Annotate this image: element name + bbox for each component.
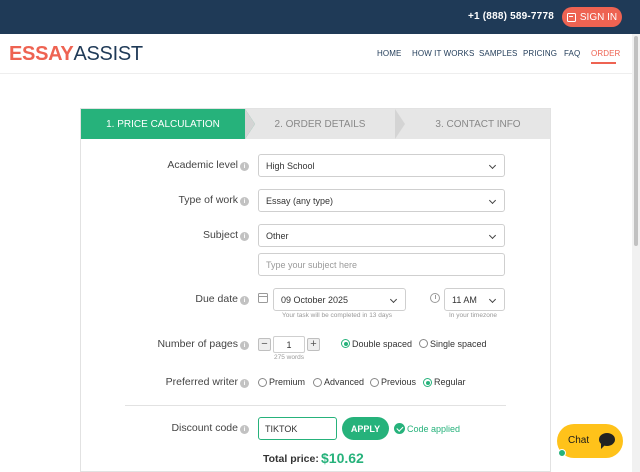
preferred-writer-label: Preferred writer: [165, 376, 238, 388]
due-date-info-icon[interactable]: i: [240, 296, 249, 305]
online-status-dot: [558, 449, 566, 457]
pages-info-icon[interactable]: i: [240, 341, 249, 350]
code-applied-status: Code applied: [407, 424, 461, 434]
subject-placeholder: Type your subject here: [266, 259, 358, 270]
writer-regular-radio[interactable]: [423, 378, 432, 387]
sign-in-button[interactable]: SIGN IN: [562, 7, 622, 27]
step-contact-info[interactable]: 3. CONTACT INFO: [406, 109, 550, 139]
chevron-down-icon: [488, 196, 497, 205]
pages-word-count: 275 words: [274, 354, 304, 361]
writer-premium-label[interactable]: Premium: [269, 377, 305, 387]
nav-how-it-works[interactable]: HOW IT WORKS: [412, 49, 474, 58]
nav-home[interactable]: HOME: [377, 49, 401, 58]
order-steps: 1. PRICE CALCULATION 2. ORDER DETAILS 3.…: [81, 109, 550, 139]
nav-faq[interactable]: FAQ: [564, 49, 580, 58]
chat-widget-button[interactable]: Chat: [557, 424, 623, 458]
subject-info-icon[interactable]: i: [240, 232, 249, 241]
nav-order[interactable]: ORDER: [591, 49, 620, 58]
writer-previous-radio[interactable]: [370, 378, 379, 387]
due-time-hint: In your timezone: [449, 312, 498, 319]
step-order-details[interactable]: 2. ORDER DETAILS: [255, 109, 385, 139]
academic-level-select[interactable]: High School: [258, 154, 505, 177]
discount-info-icon[interactable]: i: [240, 425, 249, 434]
clock-icon: [430, 293, 440, 303]
subject-label: Subject: [202, 229, 238, 241]
type-of-work-info-icon[interactable]: i: [240, 197, 249, 206]
type-of-work-select[interactable]: Essay (any type): [258, 189, 505, 212]
nav-samples[interactable]: SAMPLES: [479, 49, 518, 58]
subject-select[interactable]: Other: [258, 224, 505, 247]
step-separator: [245, 109, 255, 139]
chevron-down-icon: [488, 295, 497, 304]
double-spaced-radio[interactable]: [341, 339, 350, 348]
step-1-label: 1. PRICE CALCULATION: [106, 118, 220, 130]
due-date-value: 09 October 2025: [281, 294, 349, 305]
pages-input[interactable]: 1: [273, 336, 305, 353]
academic-level-info-icon[interactable]: i: [240, 162, 249, 171]
writer-regular-label[interactable]: Regular: [434, 377, 466, 387]
type-of-work-value: Essay (any type): [266, 195, 334, 206]
due-date-hint: Your task will be completed in 13 days: [282, 312, 392, 319]
site-header: ESSAYASSIST HOME HOW IT WORKS SAMPLES PR…: [0, 34, 632, 74]
sign-in-icon: [566, 12, 576, 22]
scrollbar-thumb[interactable]: [634, 36, 638, 246]
single-spaced-label[interactable]: Single spaced: [430, 339, 487, 349]
calendar-icon: [258, 293, 268, 303]
writer-advanced-radio[interactable]: [313, 378, 322, 387]
phone-number[interactable]: +1 (888) 589-7778: [468, 11, 554, 22]
discount-code-value: TIKTOK: [265, 423, 298, 434]
nav-active-underline: [591, 62, 616, 64]
subject-text-input[interactable]: Type your subject here: [258, 253, 505, 276]
logo-part-essay: ESSAY: [9, 43, 74, 65]
apply-button[interactable]: APPLY: [342, 417, 389, 440]
writer-previous-label[interactable]: Previous: [381, 377, 416, 387]
sign-in-label: SIGN IN: [579, 11, 618, 23]
chevron-down-icon: [389, 295, 398, 304]
step-price-calculation[interactable]: 1. PRICE CALCULATION: [81, 109, 255, 139]
pages-decrement-button[interactable]: −: [258, 338, 271, 351]
discount-code-input[interactable]: TIKTOK: [258, 417, 337, 440]
discount-code-label: Discount code: [171, 422, 238, 434]
subject-value: Other: [266, 230, 289, 241]
step-separator: [395, 109, 405, 139]
step-3-label: 3. CONTACT INFO: [435, 118, 521, 130]
writer-info-icon[interactable]: i: [240, 379, 249, 388]
due-date-label: Due date: [195, 293, 238, 305]
total-price-label: Total price:: [263, 453, 319, 465]
apply-label: APPLY: [350, 423, 381, 434]
chat-label: Chat: [568, 435, 590, 446]
check-circle-icon: [394, 423, 405, 434]
due-date-select[interactable]: 09 October 2025: [273, 288, 406, 311]
pages-value: 1: [286, 339, 292, 350]
writer-advanced-label[interactable]: Advanced: [324, 377, 364, 387]
single-spaced-radio[interactable]: [419, 339, 428, 348]
type-of-work-label: Type of work: [178, 194, 238, 206]
due-time-select[interactable]: 11 AM: [444, 288, 505, 311]
form-divider: [125, 405, 506, 406]
due-time-value: 11 AM: [452, 294, 477, 305]
academic-level-label: Academic level: [167, 159, 238, 171]
chevron-down-icon: [488, 231, 497, 240]
logo[interactable]: ESSAYASSIST: [9, 43, 143, 66]
academic-level-value: High School: [266, 160, 315, 171]
total-price-value: $10.62: [321, 450, 364, 466]
nav-pricing[interactable]: PRICING: [523, 49, 557, 58]
writer-premium-radio[interactable]: [258, 378, 267, 387]
double-spaced-label[interactable]: Double spaced: [352, 339, 412, 349]
chat-bubble-icon: [599, 433, 615, 449]
chevron-down-icon: [488, 161, 497, 170]
number-of-pages-label: Number of pages: [157, 338, 238, 350]
step-2-label: 2. ORDER DETAILS: [274, 118, 366, 130]
logo-part-assist: ASSIST: [73, 43, 143, 65]
pages-increment-button[interactable]: +: [307, 338, 320, 351]
